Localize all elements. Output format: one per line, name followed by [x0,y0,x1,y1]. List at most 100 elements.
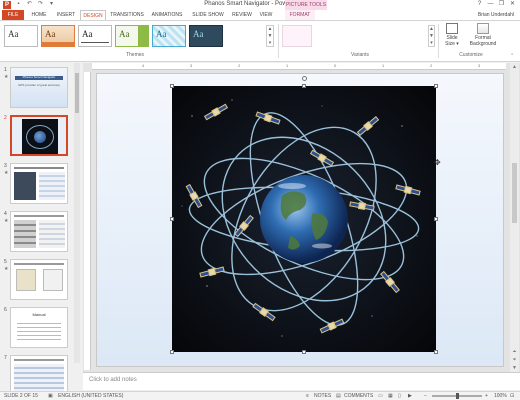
slide-thumbnail-7[interactable] [10,355,68,391]
thumbnail-row: 7 [0,355,82,391]
variants-gallery-scroll[interactable]: ▲ ▼ ▾ [428,25,435,47]
themes-group-label: Themes [125,52,145,58]
tab-format[interactable]: FORMAT [285,10,315,20]
resize-handle[interactable] [302,84,306,88]
theme-dark[interactable]: Aa [189,25,223,47]
resize-handle[interactable] [434,350,438,354]
comments-toggle[interactable]: COMMENTS [344,393,373,400]
language-indicator[interactable]: ENGLISH (UNITED STATES) [58,393,123,400]
tab-transitions[interactable]: TRANSITIONS [108,10,146,20]
customize-qat-icon[interactable]: ▾ [48,1,55,8]
reading-view-icon[interactable]: ▯ [398,393,401,400]
slide-number: 2 [4,115,7,121]
scroll-thumb[interactable] [512,163,517,223]
scroll-down-arrow[interactable]: ▼ [510,364,519,372]
themes-gallery-scroll[interactable]: ▲ ▼ ▾ [266,25,274,47]
slide-size-icon [446,23,458,34]
format-background-icon [477,23,489,34]
undo-icon[interactable]: ↶ [26,1,33,8]
redo-icon[interactable]: ↷ [37,1,44,8]
tab-slide-show[interactable]: SLIDE SHOW [190,10,226,20]
help-button[interactable]: ? [474,0,485,9]
slide-thumbnail-6[interactable]: Manual [10,307,68,348]
theme-plain[interactable]: Aa [78,25,112,47]
ribbon-tabs: FILE HOME INSERT DESIGN TRANSITIONS ANIM… [0,10,520,20]
zoom-in-icon[interactable]: + [485,393,488,400]
theme-blue-pattern[interactable]: Aa [152,25,186,47]
resize-handle[interactable] [170,350,174,354]
normal-view-icon[interactable]: ▭ [378,393,383,400]
notes-pane[interactable]: Click to add notes [83,372,520,390]
slide-sorter-view-icon[interactable]: ▦ [388,393,393,400]
tab-review[interactable]: REVIEW [230,10,254,20]
status-bar: SLIDE 2 OF 15 ▣ ENGLISH (UNITED STATES) … [0,391,520,400]
tab-file[interactable]: FILE [2,10,24,20]
slide-thumbnail-5[interactable] [10,259,68,300]
next-slide-button[interactable]: ⏷ [510,356,519,364]
thumb-title: Phanos Smart Navigator [22,75,56,79]
picture-tools-header: PICTURE TOOLS [285,0,327,10]
slide-number: 1 [4,67,7,73]
format-background-button[interactable]: Format Background [463,23,503,47]
resize-handle[interactable] [434,84,438,88]
slide-size-button[interactable]: Slide Size ▾ [441,23,463,47]
thumbnail-scrollbar[interactable] [74,63,80,363]
theme-green[interactable]: Aa [115,25,149,47]
notes-placeholder[interactable]: Click to add notes [89,377,137,383]
slide-thumbnail-2[interactable] [10,115,68,156]
tab-insert[interactable]: INSERT [54,10,78,20]
title-bar: P ▪ ↶ ↷ ▾ Phanos Smart Navigator - Power… [0,0,520,10]
ribbon-separator [278,24,279,58]
slide-number: 7 [4,355,7,361]
slide-thumbnail-pane: 1 ★ Phanos Smart Navigator GPS provider … [0,63,82,391]
thumb-subtitle: GPS provider of great accuracy [18,83,60,87]
rotate-handle[interactable] [302,76,307,81]
slide-thumbnail-1[interactable]: Phanos Smart Navigator GPS provider of g… [10,67,68,108]
thumbnail-row: 5 ★ [0,259,82,305]
theme-office[interactable]: Aa [4,25,38,47]
resize-handle[interactable] [434,217,438,221]
theme-orange[interactable]: Aa [41,25,75,47]
notes-icon: ≡ [306,393,309,399]
thumb-picture [22,119,58,154]
resize-handle[interactable] [302,350,306,354]
variants-group-label: Variants [351,52,369,58]
tab-design[interactable]: DESIGN [80,10,106,20]
user-name[interactable]: Brian Underdahl [478,10,514,20]
powerpoint-app-icon[interactable]: P [3,1,11,9]
slide-number: 4 [4,211,7,217]
slideshow-view-icon[interactable]: ▶ [408,393,412,400]
satellite-picture[interactable] [172,86,436,352]
restore-button[interactable]: ❐ [496,0,507,9]
scroll-up-arrow[interactable]: ▲ [510,63,519,71]
previous-slide-button[interactable]: ⏶ [510,348,519,356]
customize-group-label: Customize [459,52,483,58]
slide-vertical-scrollbar[interactable]: ▲ ⏶ ⏷ ▼ [510,63,519,372]
thumbnail-row: 2 [0,115,82,161]
tab-view[interactable]: VIEW [256,10,276,20]
tab-animations[interactable]: ANIMATIONS [148,10,186,20]
variant-1[interactable] [282,25,312,47]
slide-thumbnail-3[interactable] [10,163,68,204]
resize-handle[interactable] [170,217,174,221]
minimize-button[interactable]: — [485,0,496,9]
tab-home[interactable]: HOME [28,10,50,20]
fit-slide-icon[interactable]: ⊡ [510,393,514,400]
resize-handle[interactable] [170,84,174,88]
spelling-icon[interactable]: ▣ [48,393,53,400]
thumbnail-row: 4 ★ [0,211,82,257]
slide-thumbnail-4[interactable] [10,211,68,252]
thumbnail-row: 1 ★ Phanos Smart Navigator GPS provider … [0,67,82,113]
zoom-level[interactable]: 100% [494,393,507,400]
slide-number: 3 [4,163,7,169]
thumbnail-row: 6 Manual [0,307,82,353]
horizontal-ruler: 4 3 2 1 0 1 2 3 [92,63,506,70]
save-icon[interactable]: ▪ [15,1,22,8]
zoom-slider-thumb[interactable] [456,393,459,399]
notes-toggle[interactable]: NOTES [314,393,331,400]
window-controls: ? — ❐ ✕ [474,0,518,9]
close-button[interactable]: ✕ [507,0,518,9]
quick-access-toolbar: P ▪ ↶ ↷ ▾ [3,1,55,9]
collapse-ribbon-icon[interactable]: ⌃ [510,53,514,59]
zoom-out-icon[interactable]: − [424,393,427,400]
